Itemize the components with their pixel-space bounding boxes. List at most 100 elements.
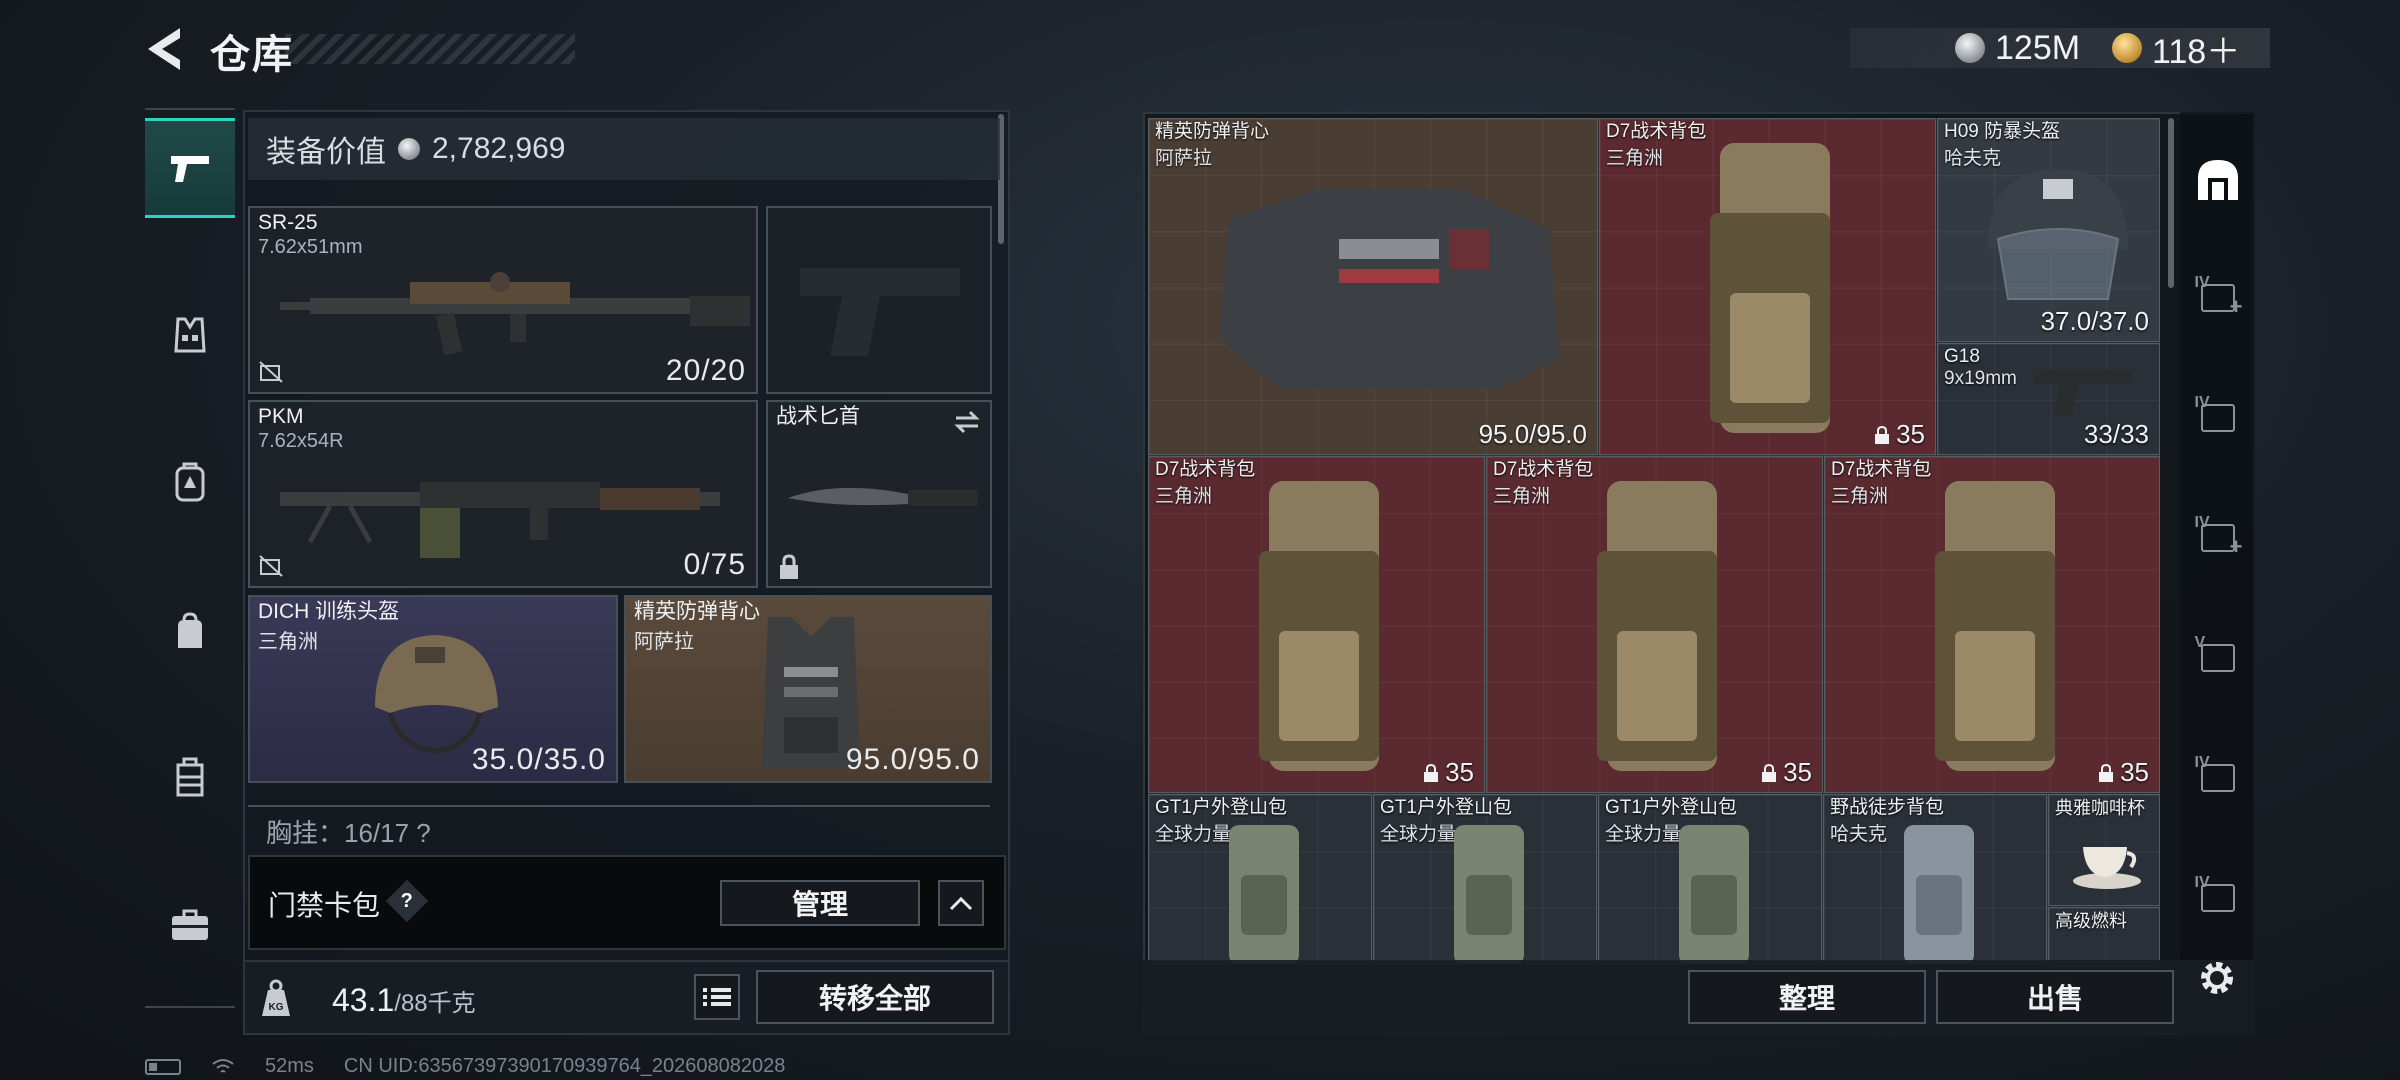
helmet-slot[interactable]: DICH 训练头盔 三角洲 35.0/35.0 (248, 595, 618, 783)
ping: 52ms (265, 1055, 314, 1077)
item-brand: 三角洲 (1155, 486, 1213, 507)
currency-silver[interactable]: 125M (1955, 28, 2080, 68)
stash-item-hiking-pack[interactable]: GT1户外登山包 全球力量 (1373, 794, 1597, 964)
stash-item-pistol[interactable]: G18 9x19mm 33/33 (1937, 343, 2160, 455)
capacity: 35 (1761, 757, 1812, 788)
storage-tab-icon: IV + (2194, 274, 2243, 319)
rail-item-weapons[interactable] (145, 118, 235, 218)
back-button[interactable] (140, 22, 190, 76)
lock-icon (2099, 763, 2114, 782)
stash-tab-main[interactable] (2180, 130, 2255, 230)
storage-tab-icon: IV (2195, 874, 2241, 916)
slot-name: 战术匕首 (776, 405, 860, 428)
stash-tab-6[interactable]: IV (2180, 845, 2255, 945)
stash-scrollbar[interactable] (2168, 118, 2174, 288)
slot-name: 精英防弹背心 (634, 600, 760, 623)
stash-item-backpack[interactable]: D7战术背包 三角洲 35 (1486, 456, 1823, 793)
sell-button[interactable]: 出售 (1936, 970, 2174, 1024)
silver-coin-icon (1955, 33, 1985, 63)
lock-icon (1762, 763, 1777, 782)
item-name: G18 (1944, 346, 1980, 367)
weight-current: 43.1 (332, 982, 395, 1018)
stash-item-hiking-pack[interactable]: GT1户外登山包 全球力量 (1598, 794, 1822, 964)
gear-icon (2201, 962, 2233, 994)
lock-icon (1875, 425, 1890, 444)
capacity: 35 (2098, 757, 2149, 788)
no-attachment-icon (259, 361, 283, 383)
list-view-button[interactable] (694, 974, 740, 1020)
stash-item-field-pack[interactable]: 野战徒步背包 哈夫克 (1823, 794, 2047, 964)
sort-button[interactable]: 整理 (1688, 970, 1926, 1024)
stash-item-coffee-cup[interactable]: 典雅咖啡杯 (2048, 794, 2160, 906)
rail-item-bag[interactable] (145, 582, 235, 682)
rail-item-backpack[interactable] (145, 432, 235, 532)
capacity: 35 (1423, 757, 1474, 788)
item-durability: 95.0/95.0 (1478, 419, 1587, 449)
category-rail (145, 108, 235, 1008)
item-name: 高级燃料 (2055, 911, 2127, 931)
silver-coin-icon (398, 138, 420, 160)
stash-tab-2[interactable]: IV (2180, 365, 2255, 465)
capacity: 35 (1874, 419, 1925, 450)
chest-rig-row[interactable]: 胸挂：16/17 ? (248, 805, 990, 845)
secondary-weapon-slot[interactable]: PKM 7.62x54R 0/75 (248, 400, 758, 588)
storage-tab-icon: V (2195, 634, 2241, 676)
stash-tab-5[interactable]: IV (2180, 725, 2255, 825)
slot-name: PKM (258, 405, 304, 428)
hiking-pack-image (1679, 825, 1749, 963)
stash-item-fuel[interactable]: 高级燃料 (2048, 907, 2160, 967)
stash-tab-4[interactable]: V (2180, 605, 2255, 705)
sidearm-slot-empty[interactable] (766, 206, 992, 394)
stash-item-backpack[interactable]: D7战术背包 三角洲 35 (1824, 456, 2160, 793)
durability: 35.0/35.0 (471, 743, 606, 776)
home-icon (2197, 160, 2238, 200)
list-icon (703, 988, 731, 1006)
backpack-image (1935, 481, 2055, 771)
stash-item-vest[interactable]: 精英防弹背心 阿萨拉 95.0/95.0 (1148, 118, 1598, 455)
coffee-cup-image (2073, 847, 2141, 889)
melee-slot[interactable]: 战术匕首 (766, 400, 992, 588)
backpack-icon (175, 462, 205, 502)
rail-item-case[interactable] (145, 875, 235, 975)
knife-image (788, 487, 978, 506)
storage-tab-icon: IV (2195, 754, 2241, 796)
briefcase-icon (172, 909, 208, 940)
stash-item-hiking-pack[interactable]: GT1户外登山包 全球力量 (1148, 794, 1372, 964)
slot-brand: 阿萨拉 (634, 631, 694, 653)
settings-button[interactable] (2194, 955, 2240, 1001)
machine-gun-image (280, 482, 720, 558)
no-attachment-icon (259, 555, 283, 577)
chevron-up-icon (949, 896, 973, 911)
item-ammo: 33/33 (2083, 419, 2149, 449)
stash-tab-3[interactable]: IV + (2180, 485, 2255, 585)
swap-icon[interactable] (952, 408, 982, 436)
storage-tab-icon: IV + (2194, 514, 2243, 559)
item-brand: 三角洲 (1606, 148, 1664, 169)
pistol-placeholder-icon (800, 268, 960, 356)
equipment-value: 装备价值 2,782,969 (248, 118, 1000, 180)
stash-item-backpack[interactable]: D7战术背包 三角洲 35 (1599, 118, 1936, 455)
vest-slot[interactable]: 精英防弹背心 阿萨拉 95.0/95.0 (624, 595, 992, 783)
currency-gold[interactable]: 118＋ (2112, 28, 2240, 71)
primary-weapon-slot[interactable]: SR-25 7.62x51mm 20/20 (248, 206, 758, 394)
rig-icon (176, 757, 204, 797)
rail-item-armor[interactable] (145, 285, 235, 385)
ammo-count: 0/75 (683, 548, 746, 581)
pistol-icon (171, 156, 209, 182)
manage-button[interactable]: 管理 (720, 880, 920, 926)
item-name: H09 防暴头盔 (1944, 121, 2061, 142)
keycard-label: 门禁卡包 (268, 890, 381, 921)
expand-button[interactable] (938, 880, 984, 926)
stash-tab-1[interactable]: IV + (2180, 245, 2255, 345)
transfer-all-button[interactable]: 转移全部 (756, 970, 994, 1024)
hiking-pack-image (1454, 825, 1524, 963)
stash-item-backpack[interactable]: D7战术背包 三角洲 35 (1148, 456, 1485, 793)
user-uid: CN UID:63567397390170939764_202608082028 (343, 1055, 786, 1077)
stash-item-helmet[interactable]: H09 防暴头盔 哈夫克 37.0/37.0 (1937, 118, 2160, 342)
item-durability: 37.0/37.0 (2040, 306, 2149, 336)
rail-item-rig[interactable] (145, 728, 235, 828)
weight-readout: 43.1/88千克 (332, 982, 476, 1019)
equipment-value-label: 装备价值 (266, 136, 386, 169)
title-stripe (285, 34, 575, 64)
status-line: 52ms CN UID:63567397390170939764_2026080… (145, 1055, 785, 1078)
